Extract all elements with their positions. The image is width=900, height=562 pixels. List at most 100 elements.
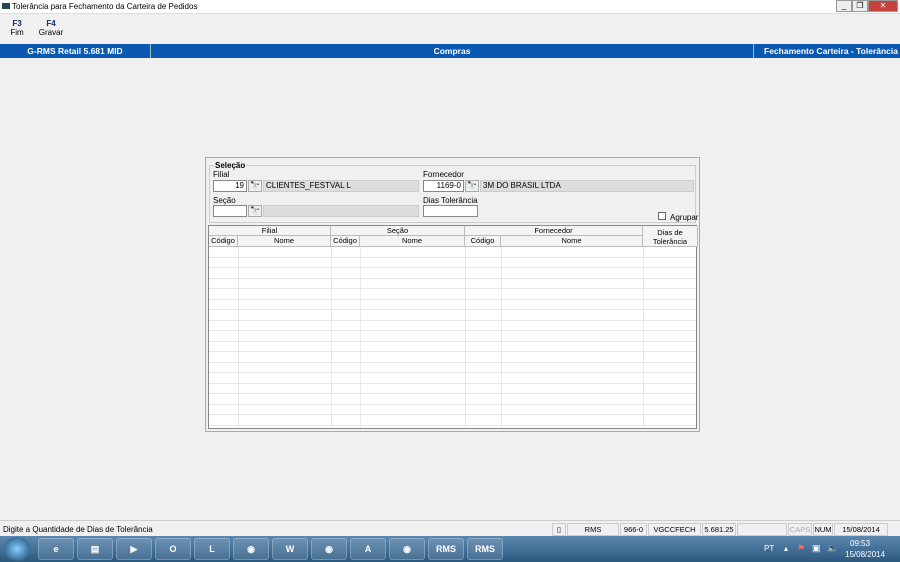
taskbar-ie-icon[interactable]: e [38,538,74,560]
table-row[interactable] [209,289,696,300]
main-panel: Seleção Filial 19 🔭 CLIENTES_FESTVAL L F… [205,157,700,432]
binoculars-icon[interactable]: 🔭 [248,205,262,217]
col-fornecedor-codigo[interactable]: Código [465,236,501,247]
table-row[interactable] [209,373,696,384]
table-row[interactable] [209,279,696,289]
table-row[interactable] [209,300,696,310]
start-button[interactable] [4,537,30,561]
language-indicator[interactable]: PT [764,544,774,553]
status-program: VGCCFECH [648,523,701,536]
dias-label: Dias Tolerância [423,196,478,205]
minimize-button[interactable]: _ [836,0,852,12]
results-grid[interactable]: Filial Seção Fornecedor Dias de Tolerânc… [208,225,698,429]
table-row[interactable] [209,331,696,342]
taskbar-word-icon[interactable]: W [272,538,308,560]
app-icon [2,3,10,9]
fornecedor-name-field: 3M DO BRASIL LTDA [480,180,694,192]
filial-label: Filial [213,170,230,179]
title-bar: Tolerância para Fechamento da Carteira d… [0,0,900,14]
table-row[interactable] [209,352,696,363]
close-button[interactable]: ✕ [868,0,898,12]
column-divider [501,247,502,428]
status-empty [737,523,787,536]
taskbar-app-icon[interactable]: ◉ [311,538,347,560]
module-name: Compras [151,44,754,58]
status-system: RMS [567,523,619,536]
filial-code-input[interactable]: 19 [213,180,247,192]
col-secao-nome[interactable]: Nome [360,236,465,247]
col-group-fornecedor: Fornecedor [465,226,643,236]
taskbar-rms-icon[interactable]: RMS [428,538,464,560]
button-label: Fim [10,28,24,37]
volume-icon[interactable]: 🔈 [827,543,838,554]
filial-name-field: CLIENTES_FESTVAL L [263,180,419,192]
taskbar: e ▤ ▶ O L ◉ W ◉ A ◉ RMS RMS PT ▴ ⚑ ▣ 🔈 09:53 15/08/… [0,536,900,562]
column-divider [238,247,239,428]
toolbar: F3 Fim F4 Gravar [0,14,900,44]
flag-icon[interactable]: ⚑ [797,543,805,554]
table-row[interactable] [209,394,696,405]
clock-date[interactable]: 15/08/2014 [845,550,885,559]
table-row[interactable] [209,363,696,373]
restore-button[interactable]: ❐ [852,0,868,12]
gravar-button[interactable]: F4 Gravar [36,19,66,37]
taskbar-acrobat-icon[interactable]: A [350,538,386,560]
clipboard-icon[interactable]: ▯ [552,523,566,536]
secao-code-input[interactable] [213,205,247,217]
table-row[interactable] [209,342,696,352]
tray-chevron-icon[interactable]: ▴ [784,544,788,553]
secao-label: Seção [213,196,236,205]
column-divider [465,247,466,428]
status-bar: Digite a Quantidade de Dias de Tolerânci… [0,520,900,536]
fornecedor-label: Fornecedor [423,170,464,179]
table-row[interactable] [209,321,696,331]
status-caps: CAPS [788,523,812,536]
taskbar-media-player-icon[interactable]: ▶ [116,538,152,560]
table-row[interactable] [209,384,696,394]
shortcut-key: F3 [12,19,22,28]
network-icon[interactable]: ▣ [812,543,821,554]
col-filial-nome[interactable]: Nome [238,236,331,247]
clock-time[interactable]: 09:53 [850,539,870,548]
column-divider [643,247,644,428]
taskbar-outlook-icon[interactable]: O [155,538,191,560]
group-legend: Seleção [215,161,246,170]
status-num: NUM [813,523,833,536]
window-title: Tolerância para Fechamento da Carteira d… [12,2,198,11]
screen-name: Fechamento Carteira - Tolerância [764,46,898,56]
taskbar-lync-icon[interactable]: L [194,538,230,560]
col-dias-tolerancia[interactable]: Dias de Tolerância [643,226,698,247]
taskbar-app-icon[interactable]: ◉ [233,538,269,560]
table-row[interactable] [209,310,696,321]
fornecedor-code-input[interactable]: 1169-0 [423,180,464,192]
taskbar-rms-icon[interactable]: RMS [467,538,503,560]
col-fornecedor-nome[interactable]: Nome [501,236,643,247]
shortcut-key: F4 [46,19,56,28]
agrupar-checkbox[interactable] [658,212,666,220]
taskbar-app-icon[interactable]: ◉ [389,538,425,560]
table-row[interactable] [209,268,696,279]
status-date: 15/08/2014 [834,523,888,536]
header-bar: G-RMS Retail 5.681 MID Compras Fechament… [0,44,900,58]
table-row[interactable] [209,405,696,415]
table-row[interactable] [209,258,696,268]
status-code: 966-0 [620,523,647,536]
status-message: Digite a Quantidade de Dias de Tolerânci… [3,525,153,534]
column-divider [360,247,361,428]
table-row[interactable] [209,415,696,426]
col-group-filial: Filial [209,226,331,236]
col-secao-codigo[interactable]: Código [331,236,360,247]
fim-button[interactable]: F3 Fim [2,19,32,37]
secao-name-field [263,205,419,217]
product-version: G-RMS Retail 5.681 MID [0,44,151,58]
binoculars-icon[interactable]: 🔭 [465,180,479,192]
taskbar-explorer-icon[interactable]: ▤ [77,538,113,560]
status-version: 5.681.25 [702,523,736,536]
binoculars-icon[interactable]: 🔭 [248,180,262,192]
table-row[interactable] [209,247,696,258]
col-group-secao: Seção [331,226,465,236]
col-filial-codigo[interactable]: Código [209,236,238,247]
button-label: Gravar [38,28,64,37]
dias-tolerancia-input[interactable] [423,205,478,217]
agrupar-label: Agrupar [670,213,699,222]
